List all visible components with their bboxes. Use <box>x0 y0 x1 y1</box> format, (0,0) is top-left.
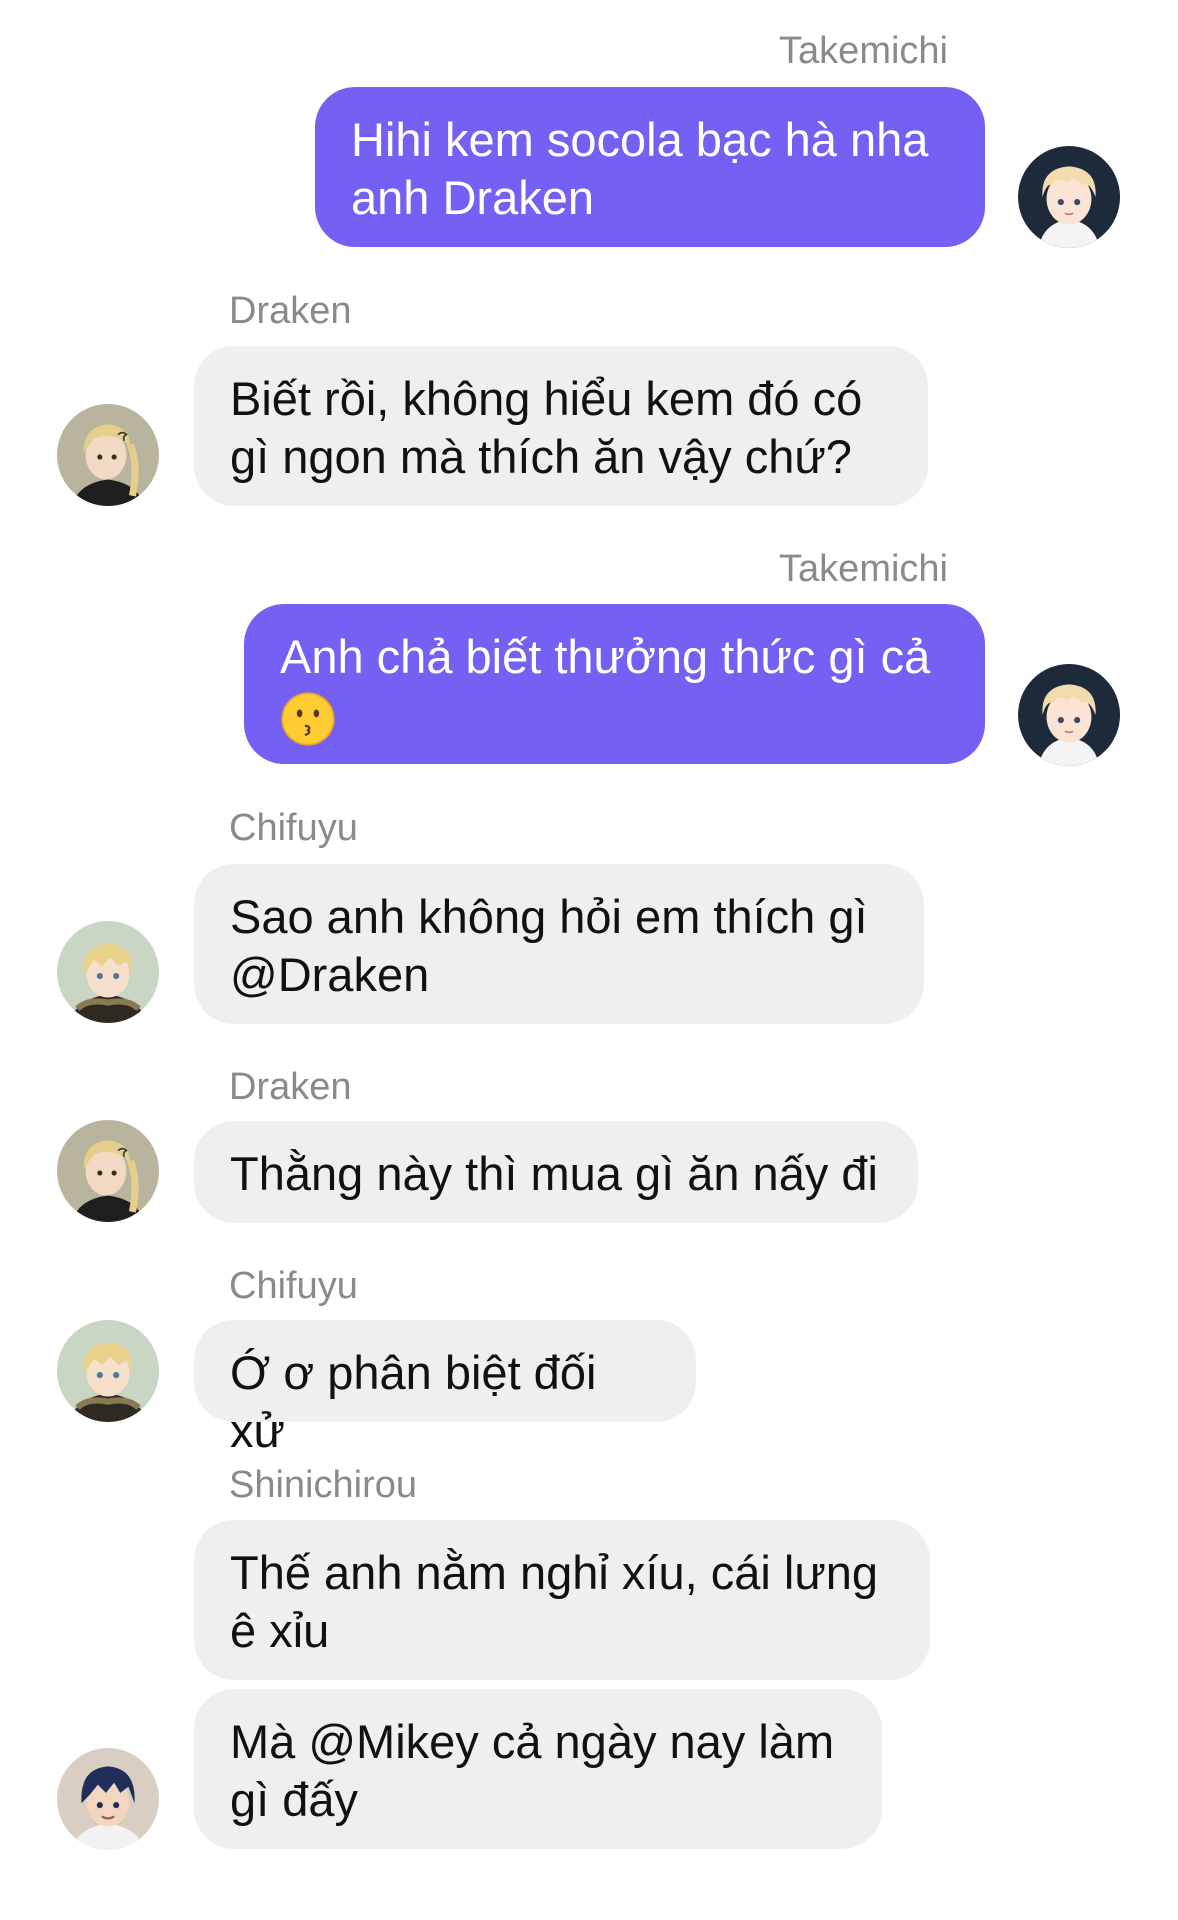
sender-name: Chifuyu <box>229 807 358 849</box>
sender-name: Draken <box>229 1066 352 1108</box>
kissing-face-emoji-icon <box>280 691 336 747</box>
takemichi-avatar[interactable] <box>1018 146 1120 248</box>
sender-name: Takemichi <box>779 548 948 590</box>
message-bubble-incoming[interactable]: Biết rồi, không hiểu kem đó có gì ngon m… <box>194 346 928 506</box>
message-bubble-incoming[interactable]: Thằng này thì mua gì ăn nấy đi <box>194 1121 918 1223</box>
chat-thread: Takemichi Hihi kem socola bạc hà nha anh… <box>0 0 1178 1920</box>
draken-avatar[interactable] <box>57 1120 159 1222</box>
sender-name: Shinichirou <box>229 1464 417 1506</box>
message-bubble-outgoing[interactable]: Hihi kem socola bạc hà nha anh Draken <box>315 87 985 247</box>
sender-name: Draken <box>229 290 352 332</box>
message-bubble-incoming[interactable]: Mà @Mikey cả ngày nay làm gì đấy <box>194 1689 882 1849</box>
message-bubble-incoming[interactable]: Thế anh nằm nghỉ xíu, cái lưng ê xỉu <box>194 1520 930 1680</box>
sender-name: Takemichi <box>779 30 948 72</box>
chifuyu-avatar[interactable] <box>57 1320 159 1422</box>
message-bubble-incoming[interactable]: Sao anh không hỏi em thích gì @Draken <box>194 864 924 1024</box>
takemichi-avatar[interactable] <box>1018 664 1120 766</box>
shinichirou-avatar[interactable] <box>57 1748 159 1850</box>
chifuyu-avatar[interactable] <box>57 921 159 1023</box>
message-text: Anh chả biết thưởng thức gì cả <box>280 630 931 683</box>
message-bubble-outgoing[interactable]: Anh chả biết thưởng thức gì cả <box>244 604 985 764</box>
sender-name: Chifuyu <box>229 1265 358 1307</box>
draken-avatar[interactable] <box>57 404 159 506</box>
message-bubble-incoming[interactable]: Ớ ơ phân biệt đối xử <box>194 1320 696 1457</box>
